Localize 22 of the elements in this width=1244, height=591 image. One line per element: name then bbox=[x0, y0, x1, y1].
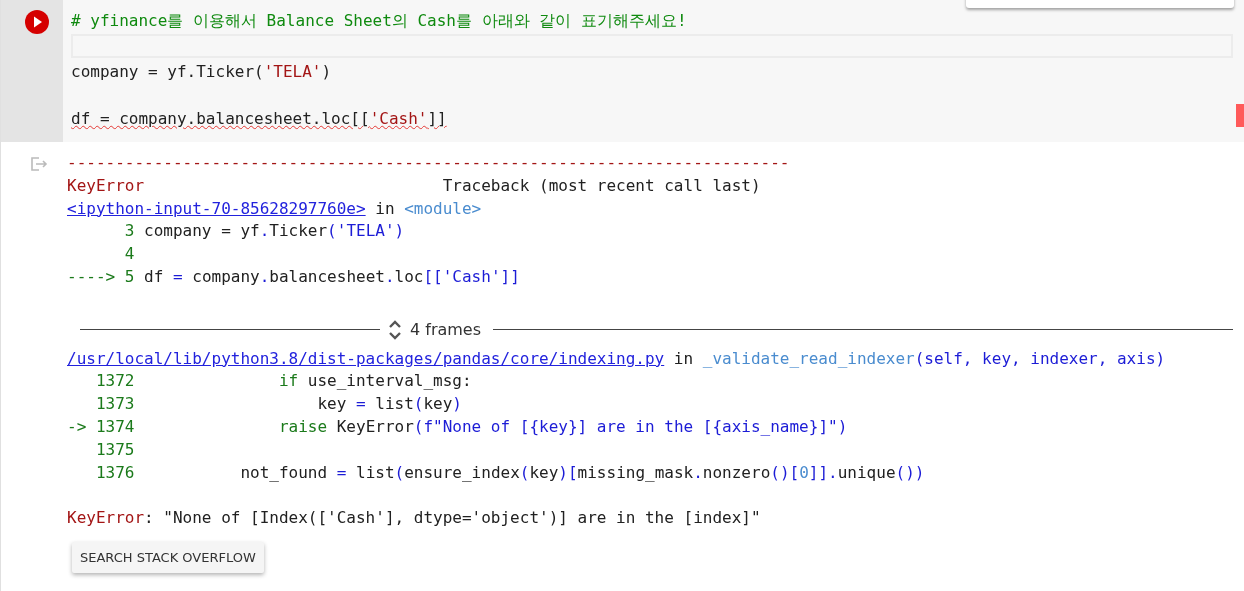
run-button[interactable] bbox=[24, 9, 50, 35]
frames-toggle[interactable]: 4 frames bbox=[410, 320, 482, 340]
output-icon bbox=[30, 156, 48, 172]
output-line: 1373 key = list(key) bbox=[94, 393, 462, 416]
expand-icon[interactable] bbox=[388, 318, 402, 341]
output-line: 4 bbox=[123, 243, 135, 266]
output-line: ----> 5 df = company.balancesheet.loc[['Cash']] bbox=[67, 266, 520, 288]
code-line: company = yf.Ticker('TELA') bbox=[71, 60, 332, 83]
search-stack-overflow-button[interactable]: SEARCH STACK OVERFLOW bbox=[72, 541, 264, 573]
code-line: # yfinance를 이용해서 Balance Sheet의 Cash를 아래와 같이 표기해주세요! bbox=[71, 10, 687, 32]
error-marker bbox=[1236, 104, 1244, 127]
output-line: /usr/local/lib/python3.8/dist-packages/pandas/core/indexing.py in _validate_read_indexer(self, key, indexer, axis) bbox=[67, 347, 1166, 370]
output-line: --------------------------------------------------------------------------- bbox=[67, 152, 790, 174]
code-line: df = company.balancesheet.loc[['Cash']] bbox=[71, 107, 447, 130]
output-line: 1375 bbox=[94, 438, 135, 461]
output-line: 3 company = yf.Ticker('TELA') bbox=[123, 220, 405, 243]
output-line: KeyError Traceback (most recent call last) bbox=[67, 174, 761, 197]
output-line: <ipython-input-70-85628297760e> in <module> bbox=[67, 197, 482, 220]
output-line: 1372 if use_interval_msg: bbox=[94, 370, 472, 393]
output-line: KeyError: "None of [Index(['Cash'], dtype='object')] are in the [index]" bbox=[67, 507, 761, 530]
output-line: -> 1374 raise KeyError(f"None of [{key}] are in the [{axis_name}]") bbox=[67, 415, 848, 438]
output-line: 1376 not_found = list(ensure_index(key)[missing_mask.nonzero()[0]].unique()) bbox=[94, 461, 925, 484]
